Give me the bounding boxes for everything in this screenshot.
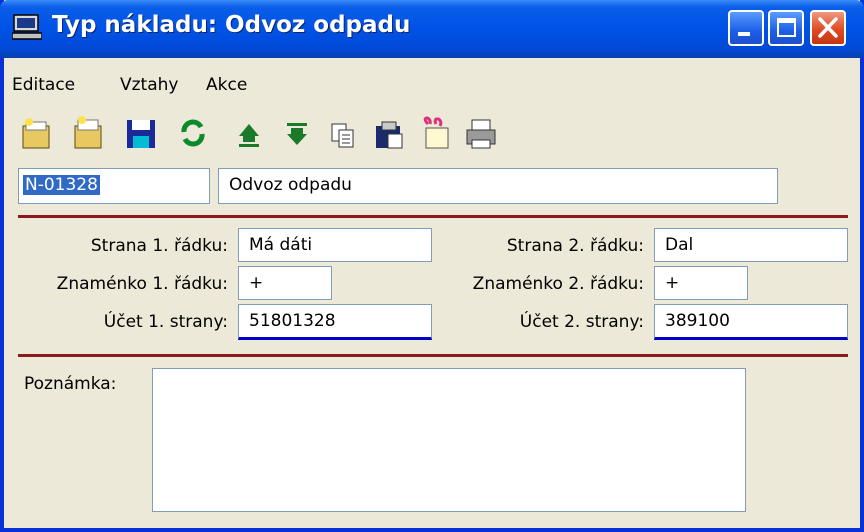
save-icon[interactable] — [124, 114, 158, 152]
menu-akce[interactable]: Akce — [206, 75, 247, 95]
znamenko1-field[interactable]: + — [238, 266, 332, 300]
ucet1-field[interactable]: 51801328 — [238, 304, 432, 340]
filter-icon[interactable] — [418, 114, 452, 152]
znamenko2-field[interactable]: + — [654, 266, 748, 300]
menu-editace[interactable]: Editace — [12, 75, 75, 95]
znamenko1-label: Znaménko 1. řádku: — [56, 274, 228, 294]
menu-vztahy[interactable]: Vztahy — [120, 75, 178, 95]
strana2-field[interactable]: Dal — [654, 228, 848, 262]
paste-icon[interactable] — [372, 114, 406, 152]
ucet2-label: Účet 2. strany: — [519, 312, 644, 332]
strana2-label: Strana 2. řádku: — [506, 236, 644, 256]
separator-bottom — [18, 354, 848, 357]
refresh-icon[interactable] — [176, 114, 210, 152]
title-bar[interactable]: Typ nákladu: Odvoz odpadu — [0, 0, 864, 58]
move-up-icon[interactable] — [232, 114, 266, 152]
note-textarea[interactable] — [152, 368, 746, 512]
ucet1-label: Účet 1. strany: — [103, 312, 228, 332]
copy-record-icon[interactable] — [72, 114, 106, 152]
strana1-label: Strana 1. řádku: — [90, 236, 228, 256]
code-field[interactable]: N-01328 — [18, 168, 210, 204]
print-icon[interactable] — [464, 114, 498, 152]
maximize-icon — [777, 18, 796, 37]
close-icon — [818, 17, 838, 38]
move-down-icon[interactable] — [280, 114, 314, 152]
minimize-icon — [738, 32, 750, 36]
window-title: Typ nákladu: Odvoz odpadu — [52, 12, 411, 38]
new-record-icon[interactable] — [20, 114, 54, 152]
menu-bar: Editace Vztahy Akce — [4, 58, 860, 106]
computer-icon — [12, 14, 42, 40]
maximize-button[interactable] — [768, 10, 804, 46]
name-field[interactable]: Odvoz odpadu — [218, 168, 778, 204]
ucet2-field[interactable]: 389100 — [654, 304, 848, 340]
app-window: Typ nákladu: Odvoz odpadu Editace Vztahy… — [0, 0, 864, 532]
minimize-button[interactable] — [728, 10, 764, 46]
toolbar — [4, 106, 860, 160]
strana1-field[interactable]: Má dáti — [238, 228, 432, 262]
copy-icon[interactable] — [326, 114, 360, 152]
note-label: Poznámka: — [24, 374, 117, 394]
separator-top — [18, 215, 848, 218]
code-value: N-01328 — [23, 175, 100, 195]
znamenko2-label: Znaménko 2. řádku: — [472, 274, 644, 294]
close-button[interactable] — [810, 10, 846, 46]
